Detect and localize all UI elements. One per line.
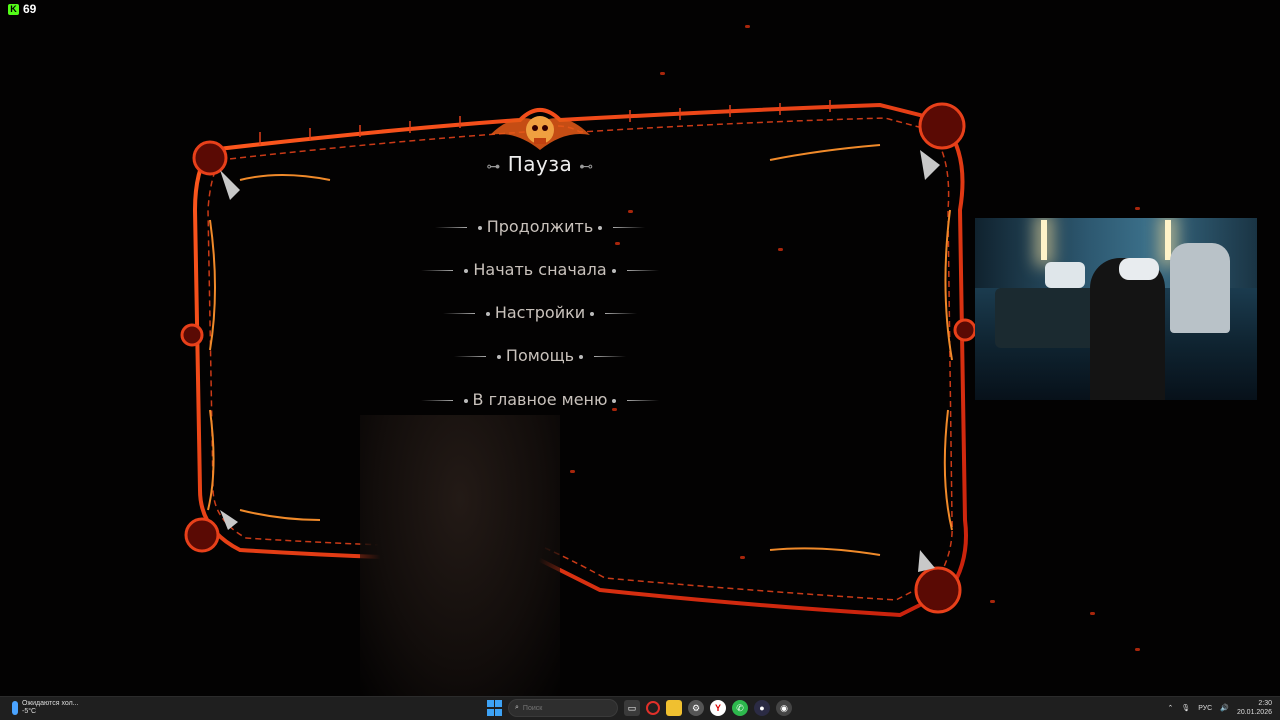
pause-title-text: Пауза	[507, 152, 573, 176]
streamer-webcam	[975, 218, 1257, 400]
pause-menu-title: ⊶ Пауза ⊷	[440, 152, 640, 176]
medallion-top-right-icon	[918, 102, 966, 150]
menu-item-help[interactable]: Помощь	[380, 346, 700, 365]
weather-temperature: -5°C	[22, 708, 37, 715]
menu-item-restart[interactable]: Начать сначала	[380, 260, 700, 279]
taskbar-center: ⌕ ▭ ⚙ Y ✆ ● ◉	[486, 699, 792, 717]
menu-item-line-icon	[434, 227, 467, 228]
app-icon[interactable]: ●	[754, 700, 770, 716]
menu-item-label: Начать сначала	[473, 260, 607, 279]
vr-headset-icon	[1119, 258, 1159, 280]
title-ornament-left-icon: ⊶	[486, 159, 501, 175]
lamp-icon	[1041, 220, 1047, 260]
clock-date: 20.01.2026	[1236, 709, 1272, 716]
system-tray: ⌃ 🎙 РУС 🔊 2:30 20.01.2026	[1167, 699, 1272, 717]
character-silhouette	[360, 415, 560, 696]
search-input[interactable]	[522, 704, 593, 712]
menu-item-continue[interactable]: Продолжить	[380, 217, 700, 236]
stream-viewer-badge: K 69	[8, 2, 36, 16]
taskbar-search[interactable]: ⌕	[508, 699, 618, 717]
start-button[interactable]	[486, 700, 502, 716]
windows-taskbar: Ожидаются хол... -5°C ⌕ ▭ ⚙ Y ✆ ● ◉ ⌃ 🎙 …	[0, 696, 1280, 720]
weather-widget[interactable]: Ожидаются хол... -5°C	[12, 700, 79, 716]
thermometer-icon	[12, 701, 18, 715]
chair	[1170, 243, 1230, 333]
medallion-bottom-right-icon	[914, 566, 962, 614]
menu-item-label: Настройки	[494, 303, 586, 322]
menu-item-label: Продолжить	[486, 217, 594, 236]
medallion-bottom-left-icon	[184, 517, 220, 553]
whatsapp-icon[interactable]: ✆	[732, 700, 748, 716]
steam-icon[interactable]: ⚙	[688, 700, 704, 716]
obs-icon[interactable]: ◉	[776, 700, 792, 716]
kick-logo-icon: K	[8, 3, 19, 15]
medallion-top-left-icon	[192, 140, 228, 176]
clock-time: 2:30	[1258, 700, 1272, 707]
file-explorer-icon[interactable]	[666, 700, 682, 716]
game-viewport: K 69 ⊶ Пауза ⊷ Продолжить Начать сначала…	[0, 0, 1280, 696]
clock[interactable]: 2:30 20.01.2026	[1237, 699, 1272, 717]
medallion-left-mid-icon	[180, 323, 204, 347]
menu-item-settings[interactable]: Настройки	[380, 303, 700, 322]
task-view-icon[interactable]: ▭	[624, 700, 640, 716]
menu-item-label: В главное меню	[472, 390, 608, 409]
search-icon: ⌕	[515, 704, 519, 711]
medallion-right-mid-icon	[953, 318, 977, 342]
weather-status: Ожидаются хол...	[22, 700, 79, 707]
language-indicator[interactable]: РУС	[1198, 705, 1212, 712]
opera-icon[interactable]	[646, 701, 660, 715]
title-ornament-right-icon: ⊷	[579, 159, 594, 175]
speaker-icon[interactable]: 🔊	[1220, 704, 1229, 712]
microphone-icon[interactable]: 🎙	[1181, 704, 1190, 712]
viewer-count: 69	[23, 2, 37, 16]
chevron-up-icon[interactable]: ⌃	[1167, 704, 1173, 712]
yandex-browser-icon[interactable]: Y	[710, 700, 726, 716]
menu-item-main-menu[interactable]: В главное меню	[380, 390, 700, 409]
menu-item-label: Помощь	[505, 346, 575, 365]
